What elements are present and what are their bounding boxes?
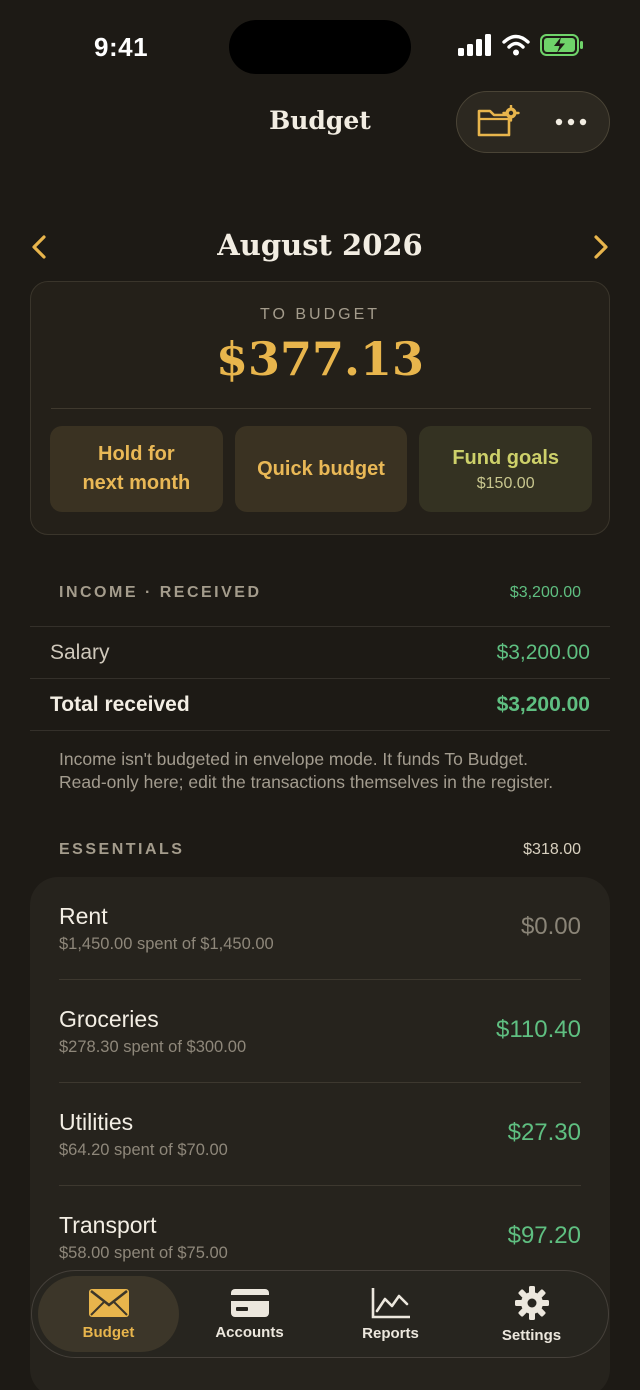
header-actions bbox=[456, 91, 610, 153]
category-detail: $64.20 spent of $70.00 bbox=[59, 1141, 228, 1159]
gear-icon bbox=[514, 1285, 549, 1320]
signal-icon bbox=[458, 34, 491, 56]
income-name: Salary bbox=[50, 640, 110, 664]
status-time: 9:41 bbox=[94, 32, 149, 62]
month-navigator: August 2026 bbox=[0, 222, 640, 272]
category-row-utilities[interactable]: Utilities $64.20 spent of $70.00 $27.30 bbox=[59, 1083, 581, 1186]
income-section-total: $3,200.00 bbox=[509, 584, 581, 601]
envelope-icon bbox=[88, 1288, 129, 1317]
tab-bar: Budget Accounts Reports Settings bbox=[31, 1270, 609, 1358]
fund-goals-label: Fund goals bbox=[452, 446, 560, 469]
tab-accounts[interactable]: Accounts bbox=[179, 1276, 320, 1352]
category-available: $110.40 bbox=[496, 1016, 581, 1043]
to-budget-card: TO BUDGET $377.13 Hold for next month Qu… bbox=[30, 281, 610, 535]
divider bbox=[51, 408, 591, 409]
category-name: Groceries bbox=[59, 1006, 159, 1032]
battery-icon bbox=[540, 34, 583, 56]
month-title: August 2026 bbox=[217, 228, 423, 262]
divider bbox=[30, 730, 610, 731]
hold-line-2: next month bbox=[82, 472, 191, 494]
hold-line-1: Hold for bbox=[98, 443, 175, 465]
tab-label: Settings bbox=[501, 1326, 562, 1344]
tab-label: Budget bbox=[82, 1323, 135, 1341]
category-row-rent[interactable]: Rent $1,450.00 spent of $1,450.00 $0.00 bbox=[59, 877, 581, 980]
total-received-value: $3,200.00 bbox=[496, 692, 590, 716]
tab-label: Reports bbox=[362, 1324, 419, 1342]
dynamic-island bbox=[229, 20, 411, 74]
income-row-salary[interactable]: Salary $3,200.00 bbox=[30, 626, 610, 678]
tab-budget[interactable]: Budget bbox=[38, 1276, 179, 1352]
category-detail: $278.30 spent of $300.00 bbox=[59, 1038, 247, 1056]
tab-label: Accounts bbox=[215, 1323, 284, 1341]
wifi-icon bbox=[502, 34, 530, 56]
to-budget-label: TO BUDGET bbox=[259, 306, 381, 323]
fund-goals-button[interactable]: Fund goals $150.00 bbox=[419, 426, 593, 512]
income-total-row: Total received $3,200.00 bbox=[30, 678, 610, 730]
essentials-section-label: ESSENTIALS bbox=[59, 841, 185, 858]
category-name: Utilities bbox=[59, 1109, 134, 1135]
card-icon bbox=[230, 1288, 269, 1317]
status-bar: 9:41 bbox=[0, 0, 640, 92]
category-detail: $1,450.00 spent of $1,450.00 bbox=[59, 935, 274, 953]
category-name: Transport bbox=[59, 1212, 157, 1238]
quick-budget-button[interactable]: Quick budget bbox=[234, 426, 408, 512]
folder-settings-button[interactable] bbox=[475, 104, 521, 140]
category-row-groceries[interactable]: Groceries $278.30 spent of $300.00 $110.… bbox=[59, 980, 581, 1083]
income-value: $3,200.00 bbox=[496, 640, 590, 664]
category-available: $27.30 bbox=[507, 1119, 581, 1146]
essentials-section-header: ESSENTIALS $318.00 bbox=[59, 841, 581, 859]
essentials-section-total: $318.00 bbox=[523, 841, 581, 858]
category-name: Rent bbox=[59, 903, 108, 929]
income-section-label: INCOME · RECEIVED bbox=[59, 584, 262, 601]
chevron-right-icon bbox=[594, 235, 608, 259]
fund-goals-amount: $150.00 bbox=[476, 474, 535, 492]
to-budget-amount: $377.13 bbox=[215, 332, 425, 386]
category-detail: $58.00 spent of $75.00 bbox=[59, 1244, 228, 1262]
category-available: $97.20 bbox=[507, 1222, 581, 1249]
more-button[interactable] bbox=[553, 104, 589, 140]
quick-budget-label: Quick budget bbox=[257, 457, 385, 480]
folder-gear-icon bbox=[477, 105, 520, 137]
category-available: $0.00 bbox=[520, 913, 581, 940]
tab-reports[interactable]: Reports bbox=[320, 1276, 461, 1352]
income-section-header: INCOME · RECEIVED $3,200.00 bbox=[59, 584, 581, 602]
chart-icon bbox=[371, 1287, 410, 1318]
more-icon bbox=[555, 118, 587, 126]
total-received-label: Total received bbox=[50, 692, 190, 716]
hold-for-next-month-button[interactable]: Hold for next month bbox=[50, 426, 223, 512]
tab-settings[interactable]: Settings bbox=[461, 1276, 602, 1352]
next-month-button[interactable] bbox=[586, 232, 616, 262]
to-budget-actions: Hold for next month Quick budget Fund go… bbox=[50, 426, 593, 512]
income-note: Income isn't budgeted in envelope mode. … bbox=[59, 749, 554, 792]
status-icons bbox=[458, 34, 584, 56]
